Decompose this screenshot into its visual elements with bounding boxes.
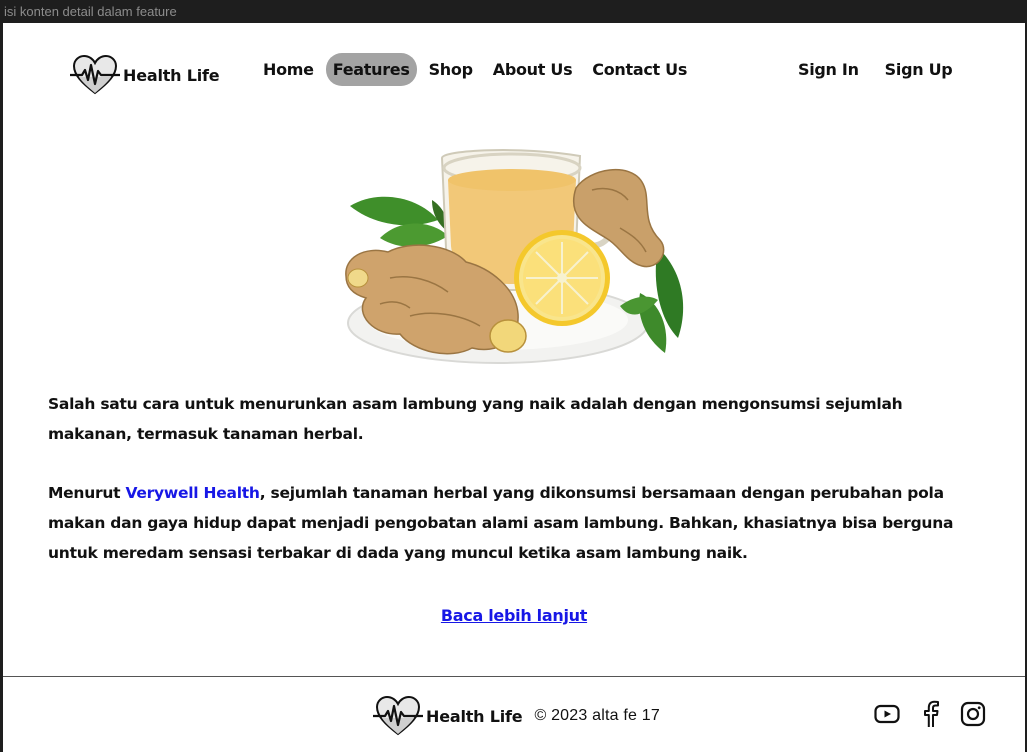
- footer-brand-name: Health Life: [426, 706, 523, 726]
- window-title: isi konten detail dalam feature: [0, 0, 1027, 22]
- sign-up-link[interactable]: Sign Up: [885, 60, 953, 79]
- copyright-text: © 2023 alta fe 17: [534, 707, 660, 724]
- nav-contact-us[interactable]: Contact Us: [582, 53, 697, 86]
- brand-name: Health Life: [123, 65, 220, 85]
- footer-brand: Health Life © 2023 alta fe 17: [373, 694, 660, 738]
- nav-shop[interactable]: Shop: [419, 53, 483, 86]
- heart-pulse-icon: [70, 54, 120, 95]
- nav-about-us[interactable]: About Us: [483, 53, 583, 86]
- article-paragraph-2: Menurut Verywell Health, sejumlah tanama…: [48, 478, 988, 568]
- facebook-icon[interactable]: [916, 700, 944, 728]
- heart-pulse-icon: [373, 695, 423, 736]
- read-more-container: Baca lebih lanjut: [3, 606, 1025, 625]
- paragraph-2-prefix: Menurut: [48, 484, 126, 502]
- auth-links: Sign In Sign Up: [798, 53, 953, 86]
- youtube-icon[interactable]: [873, 700, 901, 728]
- read-more-link[interactable]: Baca lebih lanjut: [441, 606, 587, 625]
- nav-home[interactable]: Home: [253, 53, 324, 86]
- article-paragraph-1: Salah satu cara untuk menurunkan asam la…: [48, 395, 903, 443]
- social-links: [873, 700, 987, 728]
- nav-features[interactable]: Features: [325, 53, 417, 86]
- header-logo[interactable]: Health Life: [70, 53, 220, 97]
- verywell-health-link[interactable]: Verywell Health: [126, 484, 260, 502]
- ginger-tea-lemon-image: [345, 149, 684, 364]
- main-nav: Home Features Shop About Us Contact Us: [253, 53, 697, 86]
- instagram-icon[interactable]: [959, 700, 987, 728]
- sign-in-link[interactable]: Sign In: [798, 60, 859, 79]
- footer-divider: [3, 676, 1025, 677]
- page: Health Life Home Features Shop About Us …: [3, 23, 1025, 752]
